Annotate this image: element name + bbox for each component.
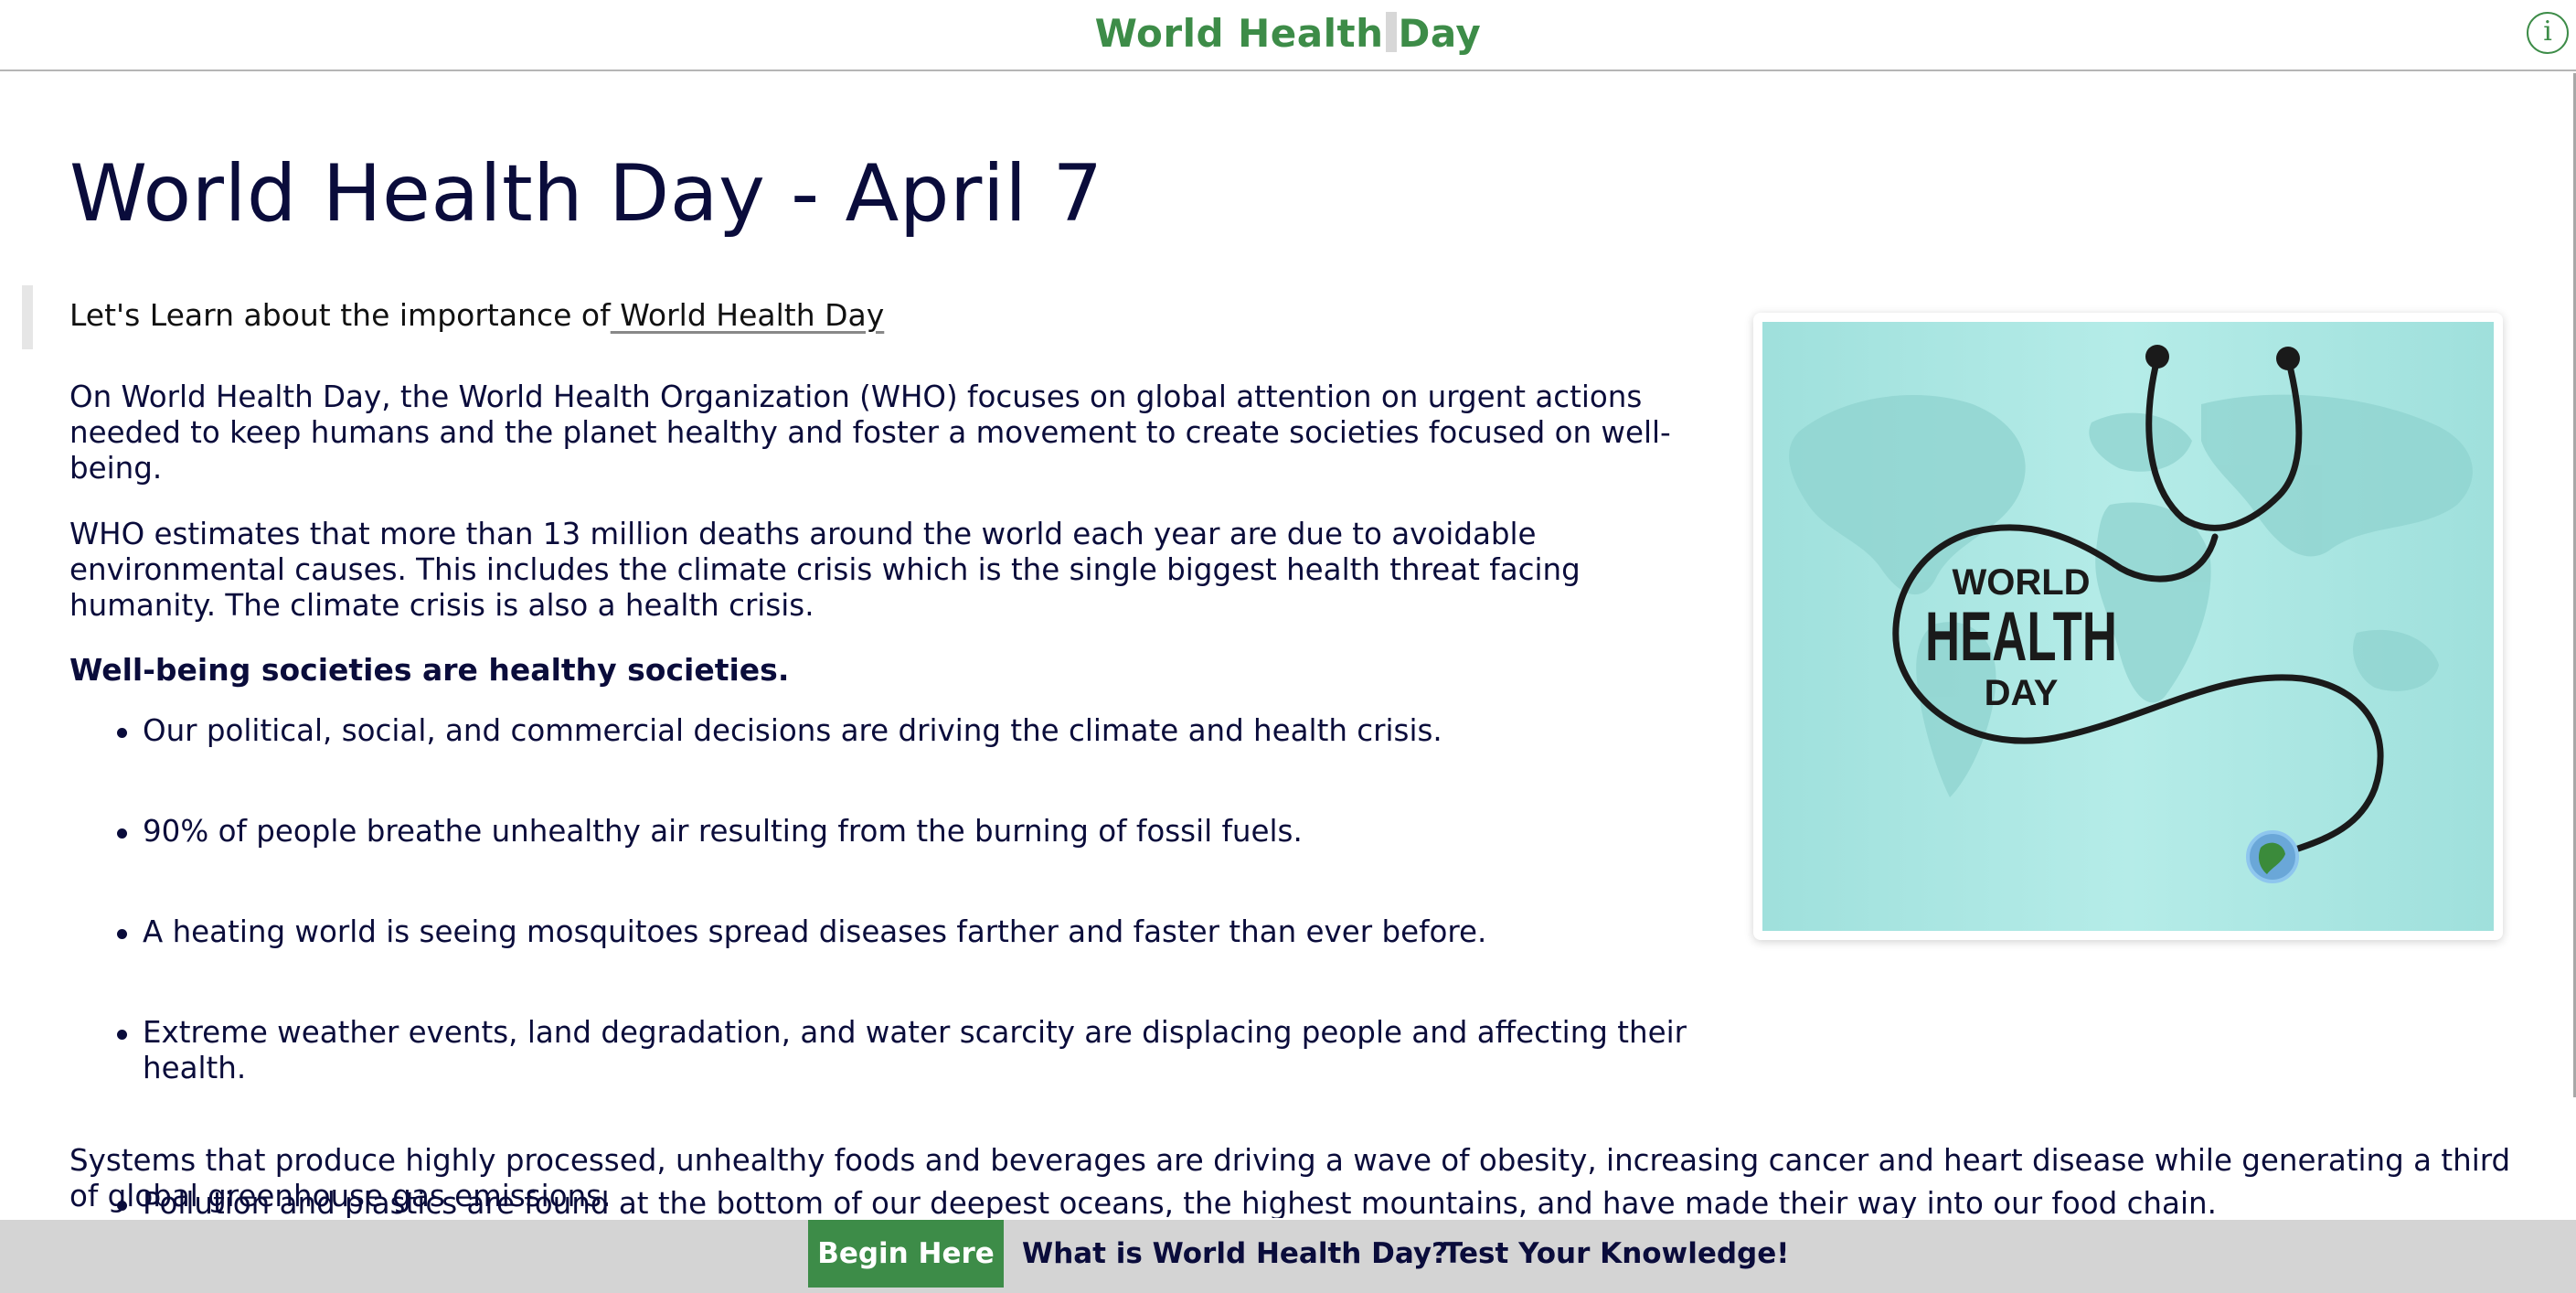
list-item-text: Our political, social, and commercial de… bbox=[143, 713, 1442, 748]
paragraph-food-systems: Systems that produce highly processed, u… bbox=[69, 1143, 2511, 1213]
stethoscope-earpiece-left bbox=[2145, 345, 2169, 369]
text-cursor bbox=[1385, 12, 1397, 52]
what-is-world-health-day-link[interactable]: What is World Health Day? bbox=[1022, 1220, 1448, 1288]
site-title: World Health Day bbox=[0, 11, 2576, 56]
bullet-dot bbox=[117, 728, 127, 738]
site-title-part1: World Health bbox=[1094, 11, 1384, 56]
bottom-navigation-bar: Begin Here What is World Health Day? Tes… bbox=[0, 1220, 2576, 1293]
world-health-day-illustration: WORLD HEALTH DAY bbox=[1762, 322, 2494, 931]
list-item-text: Extreme weather events, land degradation… bbox=[143, 1015, 1687, 1085]
begin-here-button[interactable]: Begin Here bbox=[808, 1220, 1004, 1288]
blockquote-bar bbox=[22, 285, 33, 349]
image-text-day: DAY bbox=[1985, 673, 2059, 713]
main-content: World Health Day - April 7 Let's Learn a… bbox=[0, 73, 2576, 1218]
bullet-dot bbox=[117, 929, 127, 939]
intro-line: Let's Learn about the importance of Worl… bbox=[69, 297, 884, 333]
info-icon[interactable]: i bbox=[2527, 12, 2569, 54]
world-health-day-link[interactable]: World Health Day bbox=[611, 297, 884, 333]
subheading-well-being: Well-being societies are healthy societi… bbox=[69, 652, 790, 688]
list-item: Extreme weather events, land degradation… bbox=[69, 1015, 1751, 1086]
world-health-day-image-card: WORLD HEALTH DAY bbox=[1753, 313, 2503, 940]
paragraph-who-focus: On World Health Day, the World Health Or… bbox=[69, 379, 1671, 486]
page-title: World Health Day - April 7 bbox=[69, 148, 1103, 240]
test-your-knowledge-link[interactable]: Test Your Knowledge! bbox=[1443, 1220, 1789, 1288]
image-text-health: HEALTH bbox=[1925, 598, 2117, 676]
site-title-part2: Day bbox=[1398, 11, 1482, 56]
bullet-dot bbox=[117, 828, 127, 839]
list-item-text: 90% of people breathe unhealthy air resu… bbox=[143, 814, 1303, 849]
bullet-dot bbox=[117, 1030, 127, 1040]
top-header-bar: World Health Day i bbox=[0, 0, 2576, 71]
intro-text: Let's Learn about the importance of bbox=[69, 297, 611, 333]
paragraph-who-estimates: WHO estimates that more than 13 million … bbox=[69, 517, 1581, 623]
image-text-world: WORLD bbox=[1952, 562, 2090, 603]
stethoscope-earpiece-right bbox=[2276, 347, 2300, 370]
list-item-text: A heating world is seeing mosquitoes spr… bbox=[143, 914, 1487, 949]
